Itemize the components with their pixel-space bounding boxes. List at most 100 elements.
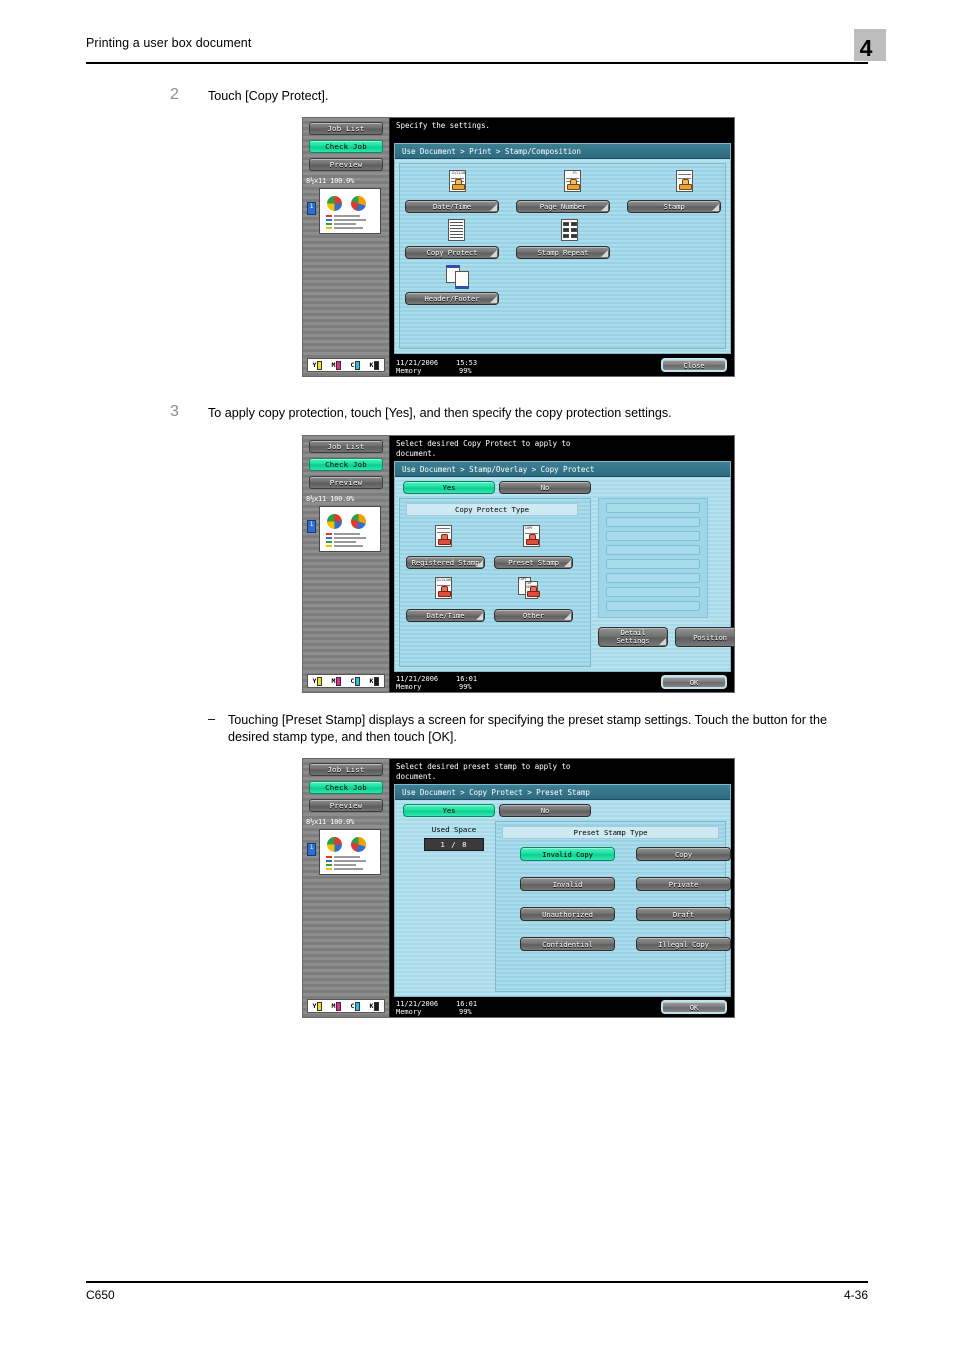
button-unauthorized[interactable]: Unauthorized: [520, 907, 615, 921]
detail-settings-button[interactable]: Detail Settings: [598, 627, 668, 647]
button-stamp-repeat[interactable]: Stamp Repeat: [516, 246, 610, 259]
toner-label: K: [369, 361, 374, 369]
instruction-message: Specify the settings.: [396, 121, 490, 130]
list-item[interactable]: [606, 573, 700, 583]
button-copy-protect[interactable]: Copy Protect: [405, 246, 499, 259]
sidebar-item-job-list[interactable]: Job List: [309, 122, 383, 135]
list-item[interactable]: [606, 545, 700, 555]
used-space-label: Used Space: [431, 825, 477, 834]
toner-y: Y: [313, 360, 323, 370]
sub-bullet-text: Touching [Preset Stamp] displays a scree…: [228, 713, 827, 744]
toner-m: M: [332, 360, 342, 370]
preset-stamp-type-label: Preset Stamp Type: [502, 826, 719, 839]
page-mark: 1: [307, 520, 316, 533]
yes-button[interactable]: Yes: [403, 481, 495, 494]
document-thumbnail: [319, 829, 381, 875]
toner-bar: [336, 360, 342, 370]
lcd-main-area: Select desired Copy Protect to apply to …: [390, 436, 734, 692]
list-item[interactable]: [606, 601, 700, 611]
position-button[interactable]: Position: [675, 627, 734, 647]
copy-protect-icon: [445, 219, 467, 243]
button-page-number[interactable]: Page Number: [516, 200, 610, 213]
status-date: 11/21/2006: [396, 359, 439, 367]
list-item[interactable]: [606, 503, 700, 513]
sidebar-item-check-job[interactable]: Check Job: [309, 781, 383, 794]
toner-bar: [355, 676, 361, 686]
instruction-message: Select desired Copy Protect to apply to …: [396, 439, 571, 458]
status-memory-value: 99%: [459, 683, 472, 691]
list-item[interactable]: [606, 517, 700, 527]
sidebar-item-check-job[interactable]: Check Job: [309, 458, 383, 471]
stamp-pagenumber-icon: P1: [560, 170, 584, 200]
sidebar-item-preview[interactable]: Preview: [309, 158, 383, 171]
toner-gauge: Y M C K: [307, 358, 385, 372]
thumbnail-line: [326, 537, 332, 539]
thumbnail-line: [326, 545, 332, 547]
page-mark: 1: [307, 202, 316, 215]
status-date: 11/21/2006: [396, 1000, 439, 1008]
thumbnail-line: [334, 227, 363, 229]
button-date-time[interactable]: Date/Time: [406, 609, 485, 622]
toner-label: K: [369, 1002, 374, 1010]
button-registered-stamp[interactable]: Registered Stamp: [406, 556, 485, 569]
sidebar-item-check-job[interactable]: Check Job: [309, 140, 383, 153]
step-3-text: To apply copy protection, touch [Yes], a…: [208, 406, 672, 420]
button-confidential[interactable]: Confidential: [520, 937, 615, 951]
button-invalid[interactable]: Invalid: [520, 877, 615, 891]
thumbnail-line: [334, 537, 366, 539]
lcd-panel-stamp-composition: Job List Check Job Preview 8½x11 100.0% …: [302, 117, 735, 377]
button-invalid-copy[interactable]: Invalid Copy: [520, 847, 615, 861]
thumbnail-line: [334, 856, 360, 858]
sidebar-item-preview[interactable]: Preview: [309, 799, 383, 812]
button-private[interactable]: Private: [636, 877, 731, 891]
list-item[interactable]: [606, 587, 700, 597]
thumbnail-pie-1: [327, 837, 342, 852]
sidebar-item-job-list[interactable]: Job List: [309, 763, 383, 776]
instruction-message: Select desired preset stamp to apply to …: [396, 762, 571, 781]
registered-stamp-icon: [432, 525, 456, 553]
list-item[interactable]: [606, 559, 700, 569]
no-button[interactable]: No: [499, 481, 591, 494]
button-stamp[interactable]: Stamp: [627, 200, 721, 213]
thumbnail-line: [326, 215, 332, 217]
status-memory-label: Memory: [396, 367, 422, 375]
thumbnail-pie-2: [351, 514, 366, 529]
thumbnail-line: [334, 223, 356, 225]
document-thumbnail: [319, 506, 381, 552]
thumbnail-line: [334, 219, 366, 221]
toner-bar: [317, 1001, 323, 1011]
stamp-repeat-icon: [558, 219, 580, 243]
toner-label: C: [350, 1002, 355, 1010]
button-illegal-copy[interactable]: Illegal Copy: [636, 937, 731, 951]
thumbnail-line: [326, 856, 332, 858]
button-other[interactable]: Other: [494, 609, 573, 622]
settings-body: Use Document > Stamp/Overlay > Copy Prot…: [394, 461, 734, 672]
sidebar-item-job-list[interactable]: Job List: [309, 440, 383, 453]
thumbnail-line: [334, 545, 363, 547]
button-preset-stamp[interactable]: Preset Stamp: [494, 556, 573, 569]
yes-button[interactable]: Yes: [403, 804, 495, 817]
list-item[interactable]: [606, 531, 700, 541]
sidebar-item-preview[interactable]: Preview: [309, 476, 383, 489]
settings-grid: 11/21/06 P1 Date/Time Page Number Stamp …: [399, 163, 726, 349]
button-date-time[interactable]: Date/Time: [405, 200, 499, 213]
thumbnail-line: [326, 223, 332, 225]
bullet-dash: –: [208, 712, 216, 726]
stamp-preview-list[interactable]: [598, 498, 708, 618]
thumbnail-line: [326, 860, 332, 862]
settings-body: Use Document > Print > Stamp/Composition…: [394, 143, 731, 354]
toner-label: C: [350, 361, 355, 369]
button-copy[interactable]: Copy: [636, 847, 731, 861]
thumbnail-line: [326, 533, 332, 535]
thumbnail-pie-2: [351, 837, 366, 852]
no-button[interactable]: No: [499, 804, 591, 817]
lcd-panel-preset-stamp: Job List Check Job Preview 8½x11 100.0% …: [302, 758, 735, 1018]
status-memory-value: 99%: [459, 367, 472, 375]
button-header-footer[interactable]: Header/Footer: [405, 292, 499, 305]
button-draft[interactable]: Draft: [636, 907, 731, 921]
thumbnail-line: [326, 864, 332, 866]
toner-m: M: [332, 1001, 342, 1011]
lcd-sidebar: Job List Check Job Preview 8½x11 100.0% …: [303, 759, 390, 1017]
chapter-number: 4: [859, 35, 873, 61]
toner-bar: [355, 360, 361, 370]
